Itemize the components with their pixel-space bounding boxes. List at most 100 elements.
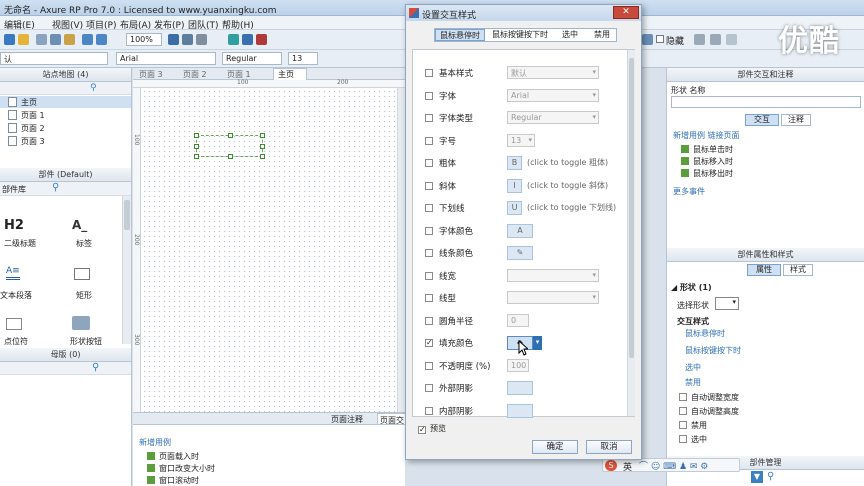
zoom-select[interactable]: 100% — [126, 33, 162, 46]
event-page-load[interactable]: 页面载入时 — [147, 451, 199, 462]
line-width-checkbox[interactable] — [425, 271, 433, 280]
align-icon[interactable] — [726, 34, 737, 45]
outer-shadow-checkbox[interactable] — [425, 384, 433, 392]
page-item-1[interactable]: 页面 1 — [8, 110, 45, 121]
widget-heading2[interactable]: 二级标题 — [4, 238, 36, 249]
undo-icon[interactable] — [82, 34, 93, 45]
font-size-select[interactable]: 13 — [288, 52, 318, 65]
tab-home[interactable]: 主页 — [273, 68, 307, 80]
italic-toggle[interactable]: I — [507, 178, 522, 193]
tab-page3[interactable]: 页面 3 — [139, 69, 177, 80]
bold-toggle[interactable]: B — [507, 156, 522, 170]
font-style-select[interactable]: Regular — [222, 52, 282, 65]
widget-rectangle[interactable]: 矩形 — [76, 290, 92, 301]
preview-check[interactable]: ✓ 预览 — [418, 423, 446, 434]
more-events-link[interactable]: 更多事件 — [673, 186, 705, 197]
basic-style-checkbox[interactable] — [425, 69, 433, 77]
tab-mousedown[interactable]: 鼠标按键按下时 — [487, 29, 553, 41]
hide-checkbox[interactable] — [656, 35, 664, 43]
add-case-link[interactable]: 新增用例 — [139, 437, 171, 448]
font-type-select[interactable]: Regular ▾ — [507, 111, 599, 124]
selected-shape[interactable] — [194, 133, 265, 159]
font-select[interactable]: Arial ▾ — [507, 88, 599, 102]
check-selected[interactable]: 选中 — [679, 434, 707, 445]
underline-toggle-hint[interactable]: (click to toggle 下划线) — [527, 202, 616, 213]
page-item-3[interactable]: 页面 3 — [8, 136, 45, 147]
page-item-2[interactable]: 页面 2 — [8, 123, 45, 134]
widgets-scrollbar[interactable] — [122, 196, 131, 344]
check-auto-width[interactable]: 自动调整宽度 — [679, 392, 739, 403]
checkbox[interactable] — [679, 421, 687, 429]
italic-checkbox[interactable] — [425, 181, 433, 190]
page-item-home[interactable]: 主页 — [0, 96, 131, 108]
ok-button[interactable]: 确定 — [532, 440, 578, 454]
font-color-picker[interactable]: A — [507, 223, 533, 238]
inner-shadow-picker[interactable] — [507, 403, 533, 418]
publish-icon[interactable] — [242, 34, 253, 45]
contained-mode-icon[interactable] — [182, 34, 193, 45]
connector-icon[interactable] — [196, 34, 207, 45]
select-shape-button[interactable]: ▾ — [715, 297, 739, 310]
filter-icon[interactable]: ▼ — [751, 471, 763, 483]
check-disabled[interactable]: 禁用 — [679, 420, 707, 431]
style-link-selected[interactable]: 选中 — [685, 362, 701, 373]
event-mouseleave[interactable]: 鼠标移出时 — [681, 168, 733, 179]
font-type-checkbox[interactable] — [425, 114, 433, 122]
cut-icon[interactable] — [36, 34, 47, 45]
dialog-scrollbar[interactable] — [627, 50, 635, 416]
widget-label[interactable]: 标签 — [76, 238, 92, 249]
tab-disabled[interactable]: 禁用 — [587, 29, 617, 41]
checkbox[interactable] — [679, 435, 687, 443]
checkbox[interactable] — [679, 407, 687, 415]
widget-shape-button[interactable]: 形状按钮 — [70, 336, 102, 347]
widget-style-select[interactable]: 认 — [0, 52, 108, 65]
event-window-resize[interactable]: 窗口改变大小时 — [147, 463, 215, 474]
opacity-input[interactable]: 100 — [507, 358, 529, 372]
new-icon[interactable] — [4, 34, 15, 45]
checkbox[interactable] — [679, 393, 687, 401]
search-icon[interactable]: ⚲ — [52, 182, 59, 193]
tab-notes[interactable]: 注释 — [781, 114, 811, 126]
paste-icon[interactable] — [64, 34, 75, 45]
group-icon[interactable] — [710, 34, 721, 45]
opacity-checkbox[interactable] — [425, 361, 433, 370]
tab-hover[interactable]: 鼠标悬停时 — [435, 29, 485, 41]
tab-page-notes[interactable]: 页面注释 — [331, 414, 363, 425]
font-size-checkbox[interactable] — [425, 136, 433, 145]
tab-page2[interactable]: 页面 2 — [183, 69, 221, 80]
font-select[interactable]: Arial — [116, 52, 216, 65]
tab-interactions[interactable]: 交互 — [745, 114, 779, 126]
tab-properties[interactable]: 属性 — [747, 264, 781, 276]
line-color-picker[interactable]: ✎ — [507, 246, 533, 260]
corner-radius-checkbox[interactable] — [425, 316, 433, 325]
preview-icon[interactable] — [228, 34, 239, 45]
basic-style-select[interactable]: 默认 ▾ — [507, 66, 599, 79]
copy-icon[interactable] — [50, 34, 61, 45]
line-style-checkbox[interactable] — [425, 294, 433, 302]
search-icon[interactable]: ⚲ — [90, 83, 97, 93]
canvas-scrollbar[interactable] — [397, 88, 405, 412]
bold-checkbox[interactable] — [425, 159, 433, 167]
line-color-checkbox[interactable] — [425, 249, 433, 257]
tab-selected[interactable]: 选中 — [555, 29, 585, 41]
generate-icon[interactable] — [256, 34, 267, 45]
sogou-icon[interactable]: S — [605, 460, 617, 471]
style-link-disabled[interactable]: 禁用 — [685, 377, 701, 388]
ime-mode[interactable]: 英 — [623, 460, 632, 473]
tab-page-interactions[interactable]: 页面交 — [377, 413, 407, 425]
search-icon[interactable]: ⚲ — [767, 471, 774, 482]
add-case-link[interactable]: 新增用例 链接页面 — [673, 130, 740, 141]
outer-shadow-picker[interactable] — [507, 381, 533, 395]
search-icon[interactable]: ⚲ — [92, 362, 99, 373]
shape-name-input[interactable] — [671, 96, 861, 108]
event-onclick[interactable]: 鼠标单击时 — [681, 144, 733, 155]
ime-tools-icons[interactable]: ⌒ ☺ ⌨ ♟ ✉ ⚙ — [639, 459, 708, 472]
library-label[interactable]: 部件库 — [2, 184, 26, 195]
underline-toggle[interactable]: U — [507, 201, 522, 215]
style-link-hover[interactable]: 鼠标悬停时 — [685, 328, 725, 339]
widget-placeholder[interactable]: 点位符 — [4, 336, 28, 347]
open-icon[interactable] — [18, 34, 29, 45]
arrange-icon[interactable] — [642, 34, 653, 45]
bold-toggle-hint[interactable]: (click to toggle 粗体) — [527, 157, 608, 168]
collapse-icon[interactable]: ◢ — [671, 283, 680, 292]
